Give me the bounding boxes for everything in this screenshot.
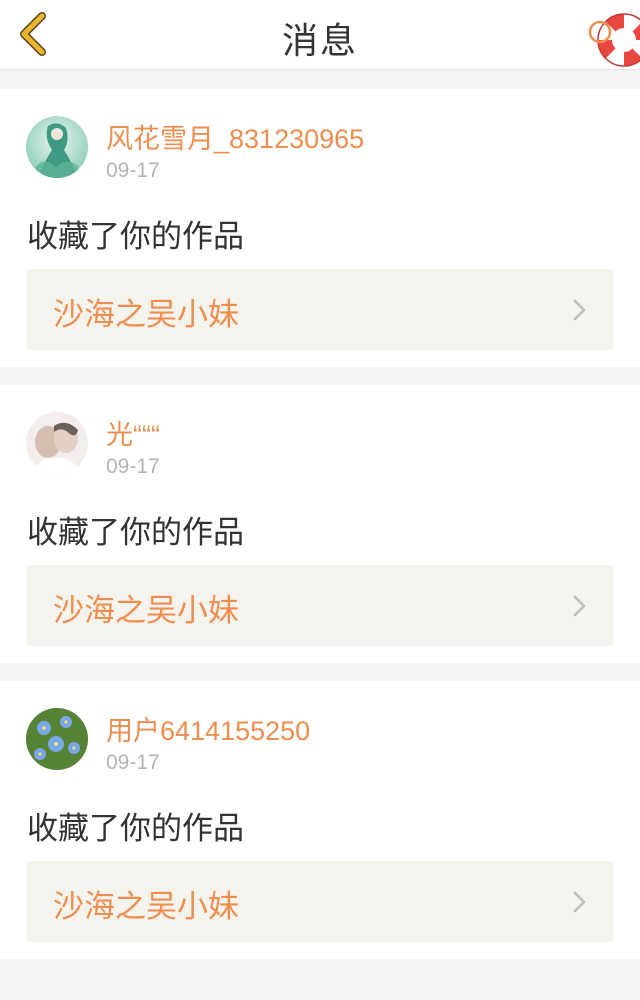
avatar-image <box>26 412 88 474</box>
message-date: 09-17 <box>106 751 160 774</box>
message-date: 09-17 <box>106 455 160 478</box>
chevron-right-icon <box>573 299 586 321</box>
message-card: 风花雪月_831230965 09-17 收藏了你的作品 沙海之吴小妹 <box>0 89 640 367</box>
help-button[interactable] <box>584 10 640 70</box>
work-title: 沙海之吴小妹 <box>53 889 239 925</box>
message-card: 光“““ 09-17 收藏了你的作品 沙海之吴小妹 <box>0 385 640 663</box>
avatar-image <box>26 116 88 178</box>
avatar[interactable] <box>26 708 88 770</box>
page-title: 消息 <box>281 21 358 62</box>
chevron-right-icon <box>573 595 586 617</box>
work-link[interactable]: 沙海之吴小妹 <box>27 269 613 350</box>
work-link[interactable]: 沙海之吴小妹 <box>27 861 613 942</box>
message-date: 09-17 <box>106 159 160 182</box>
chevron-right-icon <box>573 891 586 913</box>
work-title: 沙海之吴小妹 <box>53 297 239 333</box>
action-text: 收藏了你的作品 <box>27 811 244 847</box>
action-text: 收藏了你的作品 <box>27 515 244 551</box>
action-text: 收藏了你的作品 <box>27 219 244 255</box>
avatar[interactable] <box>26 412 88 474</box>
work-link[interactable]: 沙海之吴小妹 <box>27 565 613 646</box>
message-card: 用户6414155250 09-17 收藏了你的作品 沙海之吴小妹 <box>0 681 640 959</box>
username-link[interactable]: 用户6414155250 <box>106 709 310 748</box>
avatar[interactable] <box>26 116 88 178</box>
top-bar: 消息 <box>0 0 640 70</box>
message-list: 风花雪月_831230965 09-17 收藏了你的作品 沙海之吴小妹 光“““… <box>0 89 640 977</box>
lifebuoy-icon <box>588 13 640 67</box>
username-link[interactable]: 风花雪月_831230965 <box>106 117 364 156</box>
avatar-image <box>26 708 88 770</box>
username-link[interactable]: 光“““ <box>106 413 160 452</box>
work-title: 沙海之吴小妹 <box>53 593 239 629</box>
